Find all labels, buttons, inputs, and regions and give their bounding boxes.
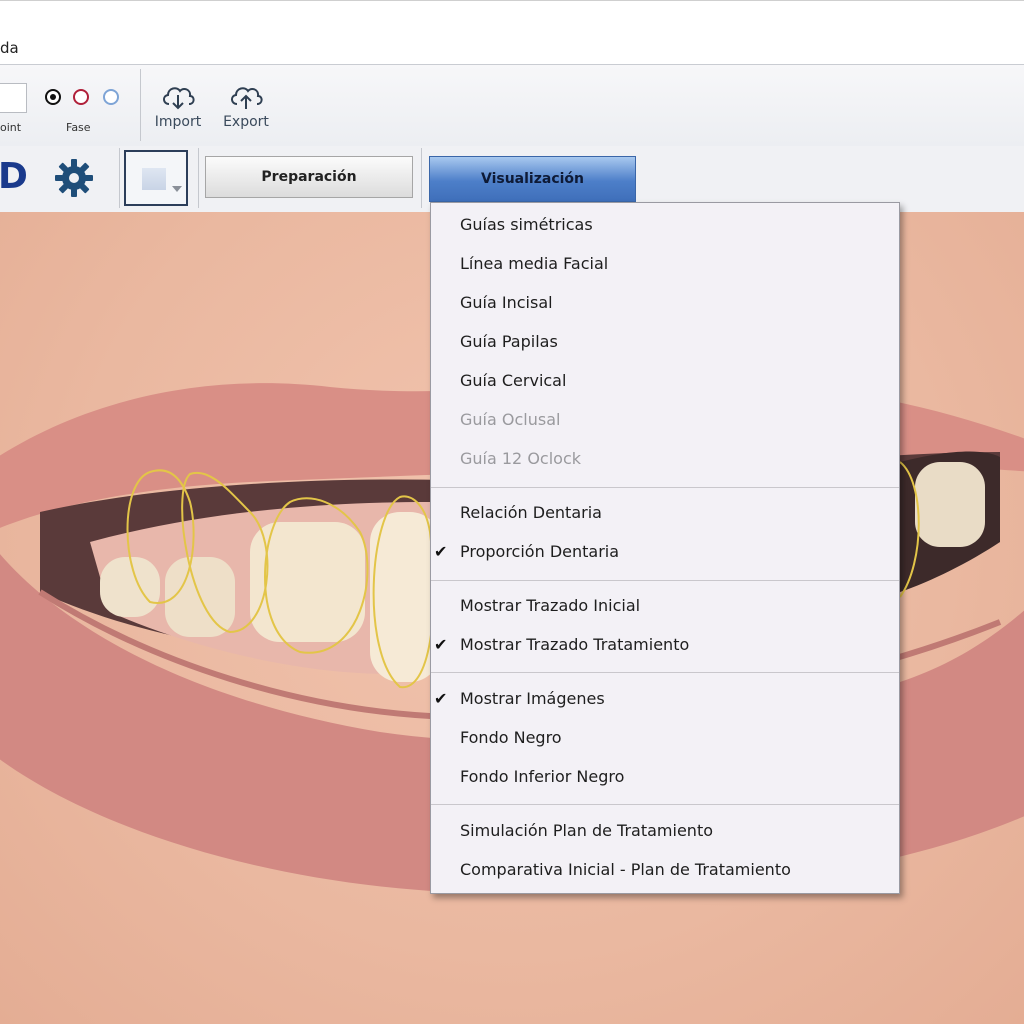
menu-separator <box>431 672 899 673</box>
ribbon-divider <box>421 148 422 208</box>
menu-item-guia-papilas[interactable]: Guía Papilas <box>431 323 899 361</box>
menu-item-guia-oclusal: Guía Oclusal <box>431 401 899 439</box>
ribbon-divider <box>119 148 120 208</box>
menu-item-mostrar-trazado-inicial[interactable]: Mostrar Trazado Inicial <box>431 587 899 625</box>
fase-black-radio[interactable] <box>45 89 61 105</box>
ribbon-divider <box>140 69 141 141</box>
menu-item-label: Relación Dentaria <box>460 503 602 522</box>
cloud-download-icon <box>163 87 195 110</box>
import-button[interactable]: Import <box>150 83 206 130</box>
menu-item-mostrar-trazado-tratamiento[interactable]: ✔ Mostrar Trazado Tratamiento <box>431 626 899 664</box>
menu-item-label: Guías simétricas <box>460 215 593 234</box>
point-label: oint <box>0 121 22 134</box>
menu-item-label: Comparativa Inicial - Plan de Tratamient… <box>460 860 791 879</box>
menu-item-comparativa-inicial[interactable]: Comparativa Inicial - Plan de Tratamient… <box>431 851 899 889</box>
menu-item-label: Proporción Dentaria <box>460 542 620 561</box>
menu-item-label: Guía Papilas <box>460 332 558 351</box>
menu-item-guia-12-oclock: Guía 12 Oclock <box>431 440 899 478</box>
menu-bar: da <box>0 0 1024 65</box>
app-logo: D <box>0 156 28 197</box>
menu-item-label: Línea media Facial <box>460 254 609 273</box>
menu-item-label: Mostrar Trazado Inicial <box>460 596 641 615</box>
menu-item-proporcion-dentaria[interactable]: ✔ Proporción Dentaria <box>431 533 899 571</box>
menu-item-label: Guía 12 Oclock <box>460 449 582 468</box>
menu-item-guia-incisal[interactable]: Guía Incisal <box>431 284 899 322</box>
menu-item-label: Mostrar Imágenes <box>460 689 605 708</box>
menu-item-guias-simetricas[interactable]: Guías simétricas <box>431 206 899 244</box>
fase-red-radio[interactable] <box>73 89 89 105</box>
menu-item-label: Fondo Inferior Negro <box>460 767 625 786</box>
chevron-down-icon <box>172 186 182 192</box>
color-chip <box>142 168 166 190</box>
cloud-upload-icon <box>231 87 263 109</box>
menu-item-relacion-dentaria[interactable]: Relación Dentaria <box>431 494 899 532</box>
menu-item-label: Guía Oclusal <box>460 410 561 429</box>
menu-item-label: Simulación Plan de Tratamiento <box>460 821 714 840</box>
menu-item-mostrar-imagenes[interactable]: ✔ Mostrar Imágenes <box>431 680 899 718</box>
check-icon: ✔ <box>434 635 448 654</box>
menu-item-linea-media-facial[interactable]: Línea media Facial <box>431 245 899 283</box>
menu-help[interactable]: da <box>0 39 19 57</box>
check-icon: ✔ <box>434 542 448 561</box>
check-icon: ✔ <box>434 689 448 708</box>
tab-visualizacion[interactable]: Visualización <box>429 156 636 202</box>
color-picker-combo[interactable] <box>124 150 188 206</box>
fase-blue-radio[interactable] <box>103 89 119 105</box>
menu-item-label: Fondo Negro <box>460 728 562 747</box>
gear-icon[interactable] <box>54 158 94 198</box>
menu-item-simulacion-plan[interactable]: Simulación Plan de Tratamiento <box>431 812 899 850</box>
ribbon-top: oint Fase Import Export <box>0 64 1024 148</box>
point-input[interactable] <box>0 83 27 113</box>
export-button[interactable]: Export <box>218 83 274 130</box>
visualizacion-dropdown-menu: Guías simétricas Línea media Facial Guía… <box>430 202 900 894</box>
import-label: Import <box>154 114 202 130</box>
menu-item-guia-cervical[interactable]: Guía Cervical <box>431 362 899 400</box>
menu-item-fondo-inferior-negro[interactable]: Fondo Inferior Negro <box>431 758 899 796</box>
ribbon-divider <box>198 148 199 208</box>
menu-item-label: Guía Cervical <box>460 371 567 390</box>
menu-item-label: Mostrar Trazado Tratamiento <box>460 635 690 654</box>
export-label: Export <box>223 114 269 130</box>
tab-preparacion[interactable]: Preparación <box>205 156 413 198</box>
fase-label: Fase <box>66 121 91 134</box>
menu-separator <box>431 804 899 805</box>
menu-item-label: Guía Incisal <box>460 293 553 312</box>
menu-separator <box>431 487 899 488</box>
menu-item-fondo-negro[interactable]: Fondo Negro <box>431 719 899 757</box>
menu-separator <box>431 580 899 581</box>
